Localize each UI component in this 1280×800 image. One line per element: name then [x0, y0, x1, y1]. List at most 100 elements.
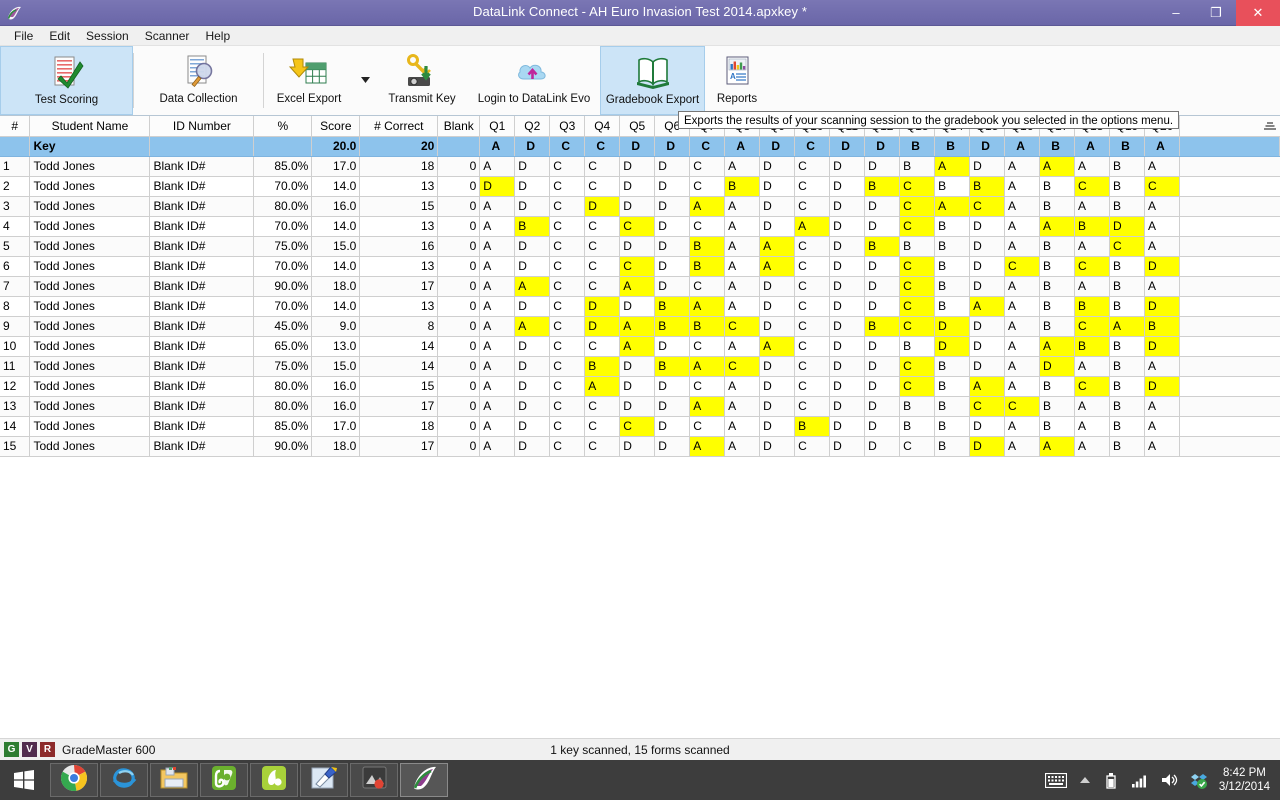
answer-q8[interactable]: A: [724, 256, 761, 277]
answer-q20[interactable]: A: [1144, 216, 1180, 237]
taskbar-item-evernote[interactable]: [200, 763, 248, 797]
key-answer-q5[interactable]: D: [619, 136, 656, 157]
answer-q2[interactable]: D: [514, 236, 551, 257]
answer-q8[interactable]: A: [724, 436, 761, 457]
answer-q6[interactable]: B: [654, 296, 691, 317]
answer-q10[interactable]: C: [794, 316, 831, 337]
column-header-q1[interactable]: Q1: [479, 116, 516, 137]
key-answer-q8[interactable]: A: [724, 136, 761, 157]
points-score[interactable]: 13.0: [311, 336, 361, 357]
row-index[interactable]: 5: [0, 236, 31, 257]
answer-q10[interactable]: C: [794, 176, 831, 197]
answer-q5[interactable]: D: [619, 236, 656, 257]
taskbar-item-screencast-o-matic[interactable]: [250, 763, 298, 797]
num-correct[interactable]: 15: [359, 376, 439, 397]
student-name[interactable]: Todd Jones: [29, 196, 151, 217]
answer-q6[interactable]: D: [654, 276, 691, 297]
answer-q15[interactable]: D: [969, 336, 1006, 357]
answer-q12[interactable]: D: [864, 376, 901, 397]
key-answer-q18[interactable]: A: [1074, 136, 1110, 157]
answer-q5[interactable]: D: [619, 376, 656, 397]
num-blank[interactable]: 0: [437, 236, 481, 257]
taskbar-item-datalink-connect[interactable]: [400, 763, 448, 797]
taskbar-item-internet-explorer[interactable]: [100, 763, 148, 797]
answer-q7[interactable]: A: [689, 396, 726, 417]
answer-q1[interactable]: A: [479, 376, 516, 397]
answer-q18[interactable]: A: [1074, 156, 1110, 177]
answer-q12[interactable]: D: [864, 356, 901, 377]
answer-q2[interactable]: D: [514, 196, 551, 217]
answer-q14[interactable]: D: [934, 316, 971, 337]
answer-q12[interactable]: D: [864, 336, 901, 357]
answer-q13[interactable]: C: [899, 256, 936, 277]
answer-q20[interactable]: D: [1144, 376, 1180, 397]
answer-q5[interactable]: C: [619, 256, 656, 277]
row-index[interactable]: 15: [0, 436, 31, 457]
answer-q10[interactable]: C: [794, 376, 831, 397]
answer-q19[interactable]: A: [1109, 316, 1145, 337]
answer-q1[interactable]: A: [479, 296, 516, 317]
answer-q13[interactable]: B: [899, 396, 936, 417]
num-correct[interactable]: 13: [359, 216, 439, 237]
student-id[interactable]: Blank ID#: [149, 156, 255, 177]
key-answer-q10[interactable]: C: [794, 136, 831, 157]
taskbar-item-chrome[interactable]: [50, 763, 98, 797]
answer-q3[interactable]: C: [549, 436, 586, 457]
answer-q15[interactable]: D: [969, 276, 1006, 297]
toolbar-button-data-collection[interactable]: Data Collection: [134, 46, 263, 115]
answer-q1[interactable]: A: [479, 236, 516, 257]
menu-item-file[interactable]: File: [6, 27, 41, 45]
answer-q11[interactable]: D: [829, 396, 866, 417]
row-index[interactable]: 11: [0, 356, 31, 377]
percent-score[interactable]: 90.0%: [253, 436, 313, 457]
answer-q9[interactable]: D: [759, 376, 796, 397]
points-score[interactable]: 16.0: [311, 396, 361, 417]
answer-q2[interactable]: D: [514, 376, 551, 397]
answer-q13[interactable]: B: [899, 336, 936, 357]
percent-score[interactable]: 70.0%: [253, 176, 313, 197]
windows-start-icon[interactable]: [0, 760, 48, 800]
answer-q16[interactable]: A: [1004, 296, 1041, 317]
answer-q5[interactable]: C: [619, 216, 656, 237]
answer-q2[interactable]: B: [514, 216, 551, 237]
column-header-score[interactable]: Score: [311, 116, 361, 137]
answer-q18[interactable]: C: [1074, 256, 1110, 277]
answer-q3[interactable]: C: [549, 256, 586, 277]
menu-item-help[interactable]: Help: [197, 27, 238, 45]
battery-icon[interactable]: [1103, 772, 1119, 789]
answer-q8[interactable]: B: [724, 176, 761, 197]
answer-q5[interactable]: D: [619, 436, 656, 457]
num-blank[interactable]: 0: [437, 436, 481, 457]
answer-q17[interactable]: A: [1039, 156, 1076, 177]
answer-q11[interactable]: D: [829, 256, 866, 277]
table-row[interactable]: 5 Todd Jones Blank ID# 75.0% 15.0 16 0 A D C C D D B A…: [0, 236, 1280, 257]
num-blank[interactable]: 0: [437, 176, 481, 197]
key-answer-q4[interactable]: C: [584, 136, 621, 157]
answer-q14[interactable]: B: [934, 356, 971, 377]
answer-q17[interactable]: B: [1039, 236, 1076, 257]
answer-q3[interactable]: C: [549, 376, 586, 397]
toolbar-button-excel-export[interactable]: Excel Export: [264, 46, 354, 115]
answer-q2[interactable]: D: [514, 396, 551, 417]
answer-q18[interactable]: A: [1074, 236, 1110, 257]
answer-q1[interactable]: A: [479, 276, 516, 297]
answer-q17[interactable]: B: [1039, 276, 1076, 297]
answer-q6[interactable]: D: [654, 176, 691, 197]
answer-q12[interactable]: D: [864, 156, 901, 177]
answer-q7[interactable]: C: [689, 336, 726, 357]
num-correct[interactable]: 14: [359, 336, 439, 357]
answer-q11[interactable]: D: [829, 316, 866, 337]
answer-q11[interactable]: D: [829, 416, 866, 437]
answer-q20[interactable]: A: [1144, 356, 1180, 377]
answer-q2[interactable]: D: [514, 336, 551, 357]
answer-q16[interactable]: A: [1004, 196, 1041, 217]
key-answer-q3[interactable]: C: [549, 136, 586, 157]
answer-q7[interactable]: A: [689, 296, 726, 317]
answer-q20[interactable]: A: [1144, 196, 1180, 217]
key-answer-q13[interactable]: B: [899, 136, 936, 157]
num-correct[interactable]: 17: [359, 436, 439, 457]
answer-q18[interactable]: A: [1074, 436, 1110, 457]
answer-q19[interactable]: B: [1109, 256, 1145, 277]
percent-score[interactable]: 80.0%: [253, 376, 313, 397]
answer-q10[interactable]: C: [794, 276, 831, 297]
